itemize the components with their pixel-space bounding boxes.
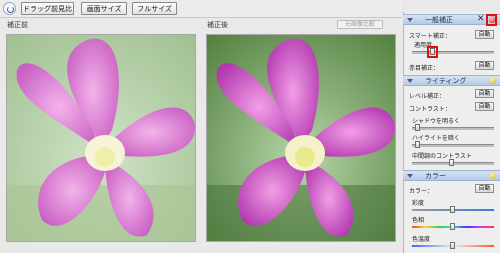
color-temp-label: 色温度 [412,236,431,243]
after-image [206,34,396,242]
refresh-icon[interactable] [3,2,16,15]
shadow-thumb[interactable] [415,124,420,131]
highlight-slider[interactable] [412,144,494,147]
original-compare-button[interactable]: 元画像比較 [337,20,383,29]
lightbulb-icon[interactable] [490,77,496,84]
hue-label: 色相 [412,217,425,224]
highlight-thumb[interactable] [415,141,420,148]
photo-correction-window: ドラッグ前見比 画面サイズ フルサイズ 補正前 補正後 元画像比較 一般補正 ✕… [0,0,500,253]
basic-section-title: 一般補正 [425,16,453,24]
collapse-arrow-icon[interactable] [407,174,413,178]
compare-view-button[interactable]: ドラッグ前見比 [21,2,74,15]
midtone-thumb[interactable] [449,159,454,166]
color-temp-thumb[interactable] [450,242,455,249]
fit-screen-button[interactable]: 画面サイズ [81,2,127,15]
level-correction-label: レベル補正： [409,93,446,100]
level-auto-button[interactable]: 自動 [475,89,494,98]
smart-correction-label: スマート補正： [409,33,451,40]
smart-auto-button[interactable]: 自動 [475,30,494,39]
apply-level-thumb[interactable] [430,48,435,55]
contrast-label: コントラスト： [409,106,451,113]
color-section-title: カラー [425,172,446,180]
contrast-auto-button[interactable]: 自動 [475,102,494,111]
color-section-header[interactable]: カラー [403,170,500,181]
lighting-section-header[interactable]: ライティング [403,75,500,86]
redeye-auto-button[interactable]: 自動 [475,61,494,70]
lightbulb-icon[interactable] [490,172,496,179]
collapse-arrow-icon[interactable] [407,79,413,83]
after-label: 補正後 [207,21,228,29]
shadow-slider[interactable] [412,127,494,130]
hue-thumb[interactable] [450,223,455,230]
redeye-label: 赤目補正： [409,65,440,72]
midtone-label: 中間調のコントラスト [412,153,472,160]
collapse-arrow-icon[interactable] [407,18,413,22]
apply-level-slider[interactable] [412,51,494,54]
color-label: カラー： [409,188,434,195]
full-size-button[interactable]: フルサイズ [132,2,177,15]
saturation-thumb[interactable] [450,206,455,213]
lighting-section-title: ライティング [425,77,467,85]
color-auto-button[interactable]: 自動 [475,184,494,193]
before-label: 補正前 [7,21,28,29]
lightbulb-icon[interactable] [489,16,495,23]
before-image [6,34,196,242]
close-icon[interactable]: ✕ [477,15,485,24]
saturation-label: 彩度 [412,200,425,207]
toolbar: ドラッグ前見比 画面サイズ フルサイズ [0,0,402,18]
